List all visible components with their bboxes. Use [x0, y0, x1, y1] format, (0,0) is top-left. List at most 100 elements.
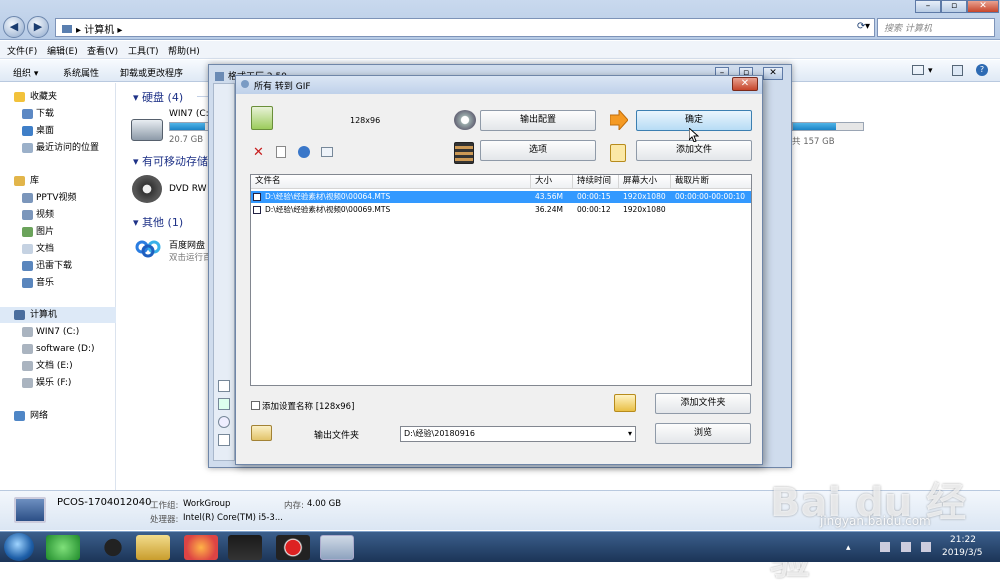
start-button[interactable]: [4, 533, 34, 561]
tray-expand-icon[interactable]: ▴: [846, 543, 851, 553]
breadcrumb[interactable]: 计算机: [84, 25, 114, 36]
tray-flag-icon[interactable]: [880, 542, 890, 552]
output-size-label: 128x96: [350, 116, 381, 125]
convert-gif-dialog[interactable]: 所有 转到 GIF ✕ 128x96 输出配置 确定 ✕ 选项 添加文件 文件名…: [235, 75, 763, 465]
col-duration[interactable]: 持续时间: [573, 175, 619, 189]
tools-category-icon[interactable]: [218, 434, 230, 446]
forward-button[interactable]: ▶: [27, 16, 49, 38]
menu-tools[interactable]: 工具(T): [128, 44, 159, 57]
file-list[interactable]: 文件名 大小 持续时间 屏幕大小 截取片断 D:\经验\经验素材\视频0\000…: [250, 174, 752, 386]
table-row[interactable]: D:\经验\经验素材\视频0\00064.MTS 43.56M 00:00:15…: [251, 191, 751, 203]
drive-total: 共 157 GB: [792, 137, 835, 147]
row-size: 36.24M: [535, 205, 563, 214]
maximize-button[interactable]: ▫: [941, 0, 967, 13]
tray-network-icon[interactable]: [901, 542, 911, 552]
add-file-icon: [610, 144, 626, 162]
nav-lib-xunlei[interactable]: 迅雷下载: [0, 258, 116, 274]
audio-category-icon[interactable]: [218, 380, 230, 392]
nav-drive-e[interactable]: 文档 (E:): [0, 358, 116, 374]
nav-drive-d[interactable]: software (D:): [0, 341, 116, 357]
taskbar-media-icon[interactable]: [228, 535, 262, 560]
remove-icon[interactable]: ✕: [253, 145, 264, 160]
hard-drive-icon: [131, 119, 163, 141]
table-row[interactable]: D:\经验\经验素材\视频0\00069.MTS 36.24M 00:00:12…: [251, 204, 751, 216]
group-other[interactable]: ▾ 其他 (1): [133, 214, 183, 230]
ff-close-button[interactable]: ✕: [763, 67, 783, 80]
col-screen-size[interactable]: 屏幕大小: [619, 175, 671, 189]
output-folder-label: 输出文件夹: [314, 431, 360, 441]
clock-time[interactable]: 21:22: [950, 535, 976, 545]
menu-file[interactable]: 文件(F): [7, 44, 37, 57]
add-folder-button[interactable]: 添加文件夹: [655, 393, 751, 414]
minimize-button[interactable]: –: [915, 0, 941, 13]
back-button[interactable]: ◀: [3, 16, 25, 38]
menu-edit[interactable]: 编辑(E): [47, 44, 78, 57]
desktop-icon: [22, 126, 33, 136]
preview-pane-icon[interactable]: [952, 65, 963, 76]
nav-network[interactable]: 网络: [0, 408, 116, 424]
clock-date[interactable]: 2019/3/5: [942, 548, 982, 558]
output-config-button[interactable]: 输出配置: [480, 110, 596, 131]
nav-lib-music[interactable]: 音乐: [0, 275, 116, 291]
baidu-netdisk-icon: [135, 238, 161, 258]
organize-button[interactable]: 组织 ▾: [13, 66, 38, 79]
tray-volume-icon[interactable]: [921, 542, 931, 552]
taskbar-firefox-icon[interactable]: [184, 535, 218, 560]
nav-drive-f[interactable]: 娱乐 (F:): [0, 375, 116, 391]
col-clip[interactable]: 截取片断: [671, 175, 751, 189]
system-properties-button[interactable]: 系统属性: [63, 66, 99, 79]
add-setting-name-checkbox[interactable]: [251, 401, 260, 410]
baidu-netdisk-name[interactable]: 百度网盘: [169, 238, 205, 251]
media-info-icon[interactable]: [321, 147, 333, 157]
options-button[interactable]: 选项: [480, 140, 596, 161]
uninstall-button[interactable]: 卸载或更改程序: [120, 66, 183, 79]
pictures-icon: [22, 227, 33, 237]
help-icon[interactable]: ?: [976, 64, 988, 76]
nav-fav-desktop[interactable]: 桌面: [0, 123, 116, 139]
nav-lib-documents[interactable]: 文档: [0, 241, 116, 257]
network-icon: [14, 411, 25, 421]
taskbar-360-icon[interactable]: [46, 535, 80, 560]
dvd-drive-label[interactable]: DVD RW: [169, 184, 207, 194]
drive-c-name[interactable]: WIN7 (C:: [169, 109, 209, 119]
nav-lib-pptv[interactable]: PPTV视频: [0, 190, 116, 206]
nav-computer[interactable]: 计算机: [0, 307, 116, 323]
close-button[interactable]: ✕: [967, 0, 999, 13]
add-setting-name-label[interactable]: 添加设置名称 [128x96]: [262, 400, 354, 412]
chevron-down-icon[interactable]: ▾: [628, 427, 632, 441]
taskbar-qq-icon[interactable]: [96, 535, 130, 560]
video-library-icon: [22, 193, 33, 203]
nav-favorites[interactable]: 收藏夹: [0, 89, 116, 105]
output-folder-select[interactable]: D:\经验\20180916 ▾: [400, 426, 636, 442]
nav-lib-video[interactable]: 视频: [0, 207, 116, 223]
browse-button[interactable]: 浏览: [655, 423, 751, 444]
nav-libraries[interactable]: 库: [0, 173, 116, 189]
play-preview-icon[interactable]: [298, 146, 310, 158]
memory-label: 内存:: [284, 501, 304, 511]
menu-view[interactable]: 查看(V): [87, 44, 118, 57]
menu-help[interactable]: 帮助(H): [168, 44, 200, 57]
add-file-button[interactable]: 添加文件: [636, 140, 752, 161]
address-bar[interactable]: ▸ 计算机 ▸ ▾: [55, 18, 875, 37]
rom-category-icon[interactable]: [218, 416, 230, 428]
col-filename[interactable]: 文件名: [251, 175, 531, 189]
address-dropdown-icon[interactable]: ▾: [865, 21, 870, 32]
settings-disc-icon: [454, 110, 476, 130]
nav-lib-pictures[interactable]: 图片: [0, 224, 116, 240]
group-hard-disks[interactable]: ▾ 硬盘 (4): [133, 89, 183, 105]
nav-fav-recent[interactable]: 最近访问的位置: [0, 140, 116, 156]
nav-fav-downloads[interactable]: 下载: [0, 106, 116, 122]
refresh-icon[interactable]: ⟳: [857, 21, 865, 32]
clear-list-icon[interactable]: [276, 146, 286, 158]
view-options-icon[interactable]: [912, 65, 924, 75]
dialog-close-button[interactable]: ✕: [732, 77, 758, 91]
taskbar-explorer-icon[interactable]: [136, 535, 170, 560]
view-dropdown-icon[interactable]: ▾: [928, 66, 933, 76]
image-category-icon[interactable]: [218, 398, 230, 410]
taskbar-format-factory-icon[interactable]: [320, 535, 354, 560]
nav-drive-c[interactable]: WIN7 (C:): [0, 324, 116, 340]
col-size[interactable]: 大小: [531, 175, 573, 189]
search-input[interactable]: 搜索 计算机: [877, 18, 995, 37]
group-removable[interactable]: ▾ 有可移动存储的: [133, 153, 219, 169]
taskbar-recorder-icon[interactable]: [276, 535, 310, 560]
